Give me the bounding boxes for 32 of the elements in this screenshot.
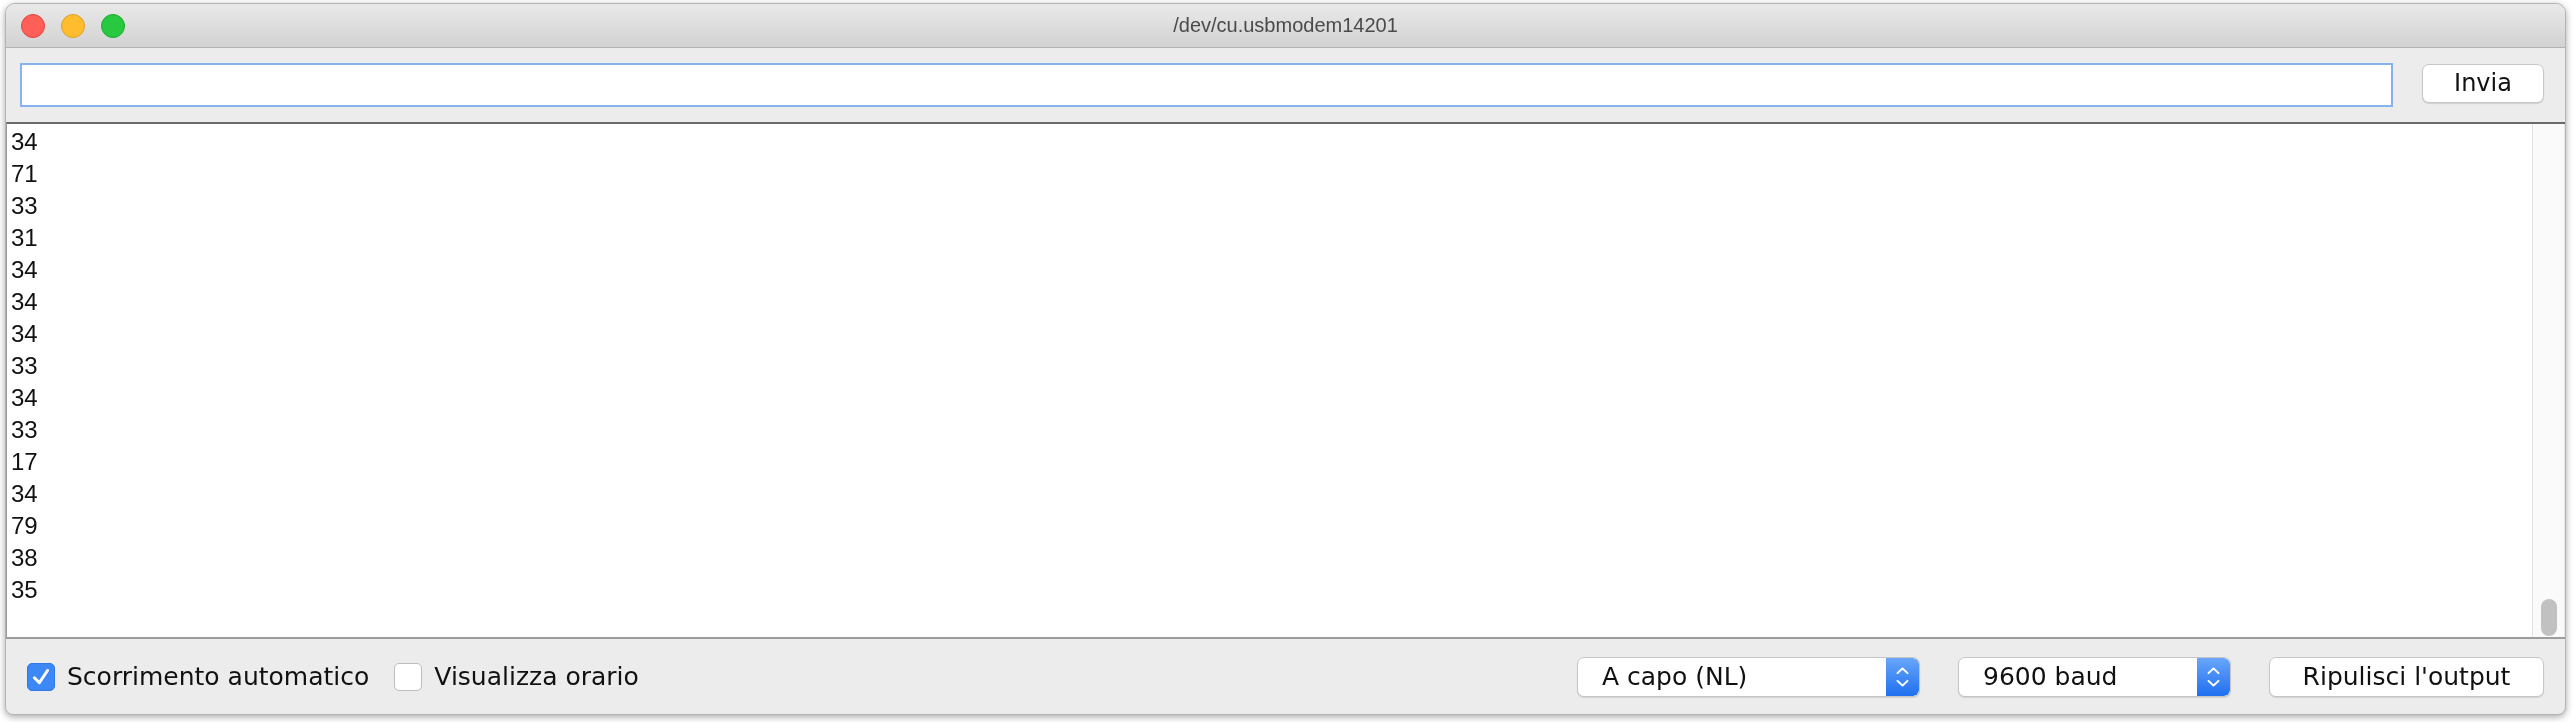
checkmark-icon bbox=[33, 668, 49, 685]
output-line: 34 bbox=[11, 319, 38, 349]
output-line: 33 bbox=[11, 415, 38, 445]
output-line: 34 bbox=[11, 287, 38, 317]
output-line: 33 bbox=[11, 351, 38, 381]
checkbox[interactable] bbox=[394, 662, 423, 691]
scrollbar-thumb[interactable] bbox=[2540, 599, 2557, 636]
clear-output-button[interactable]: Ripulisci l'output bbox=[2269, 656, 2544, 697]
output-line: 33 bbox=[11, 191, 38, 221]
output-line: 79 bbox=[11, 511, 38, 541]
output-line: 34 bbox=[11, 127, 38, 157]
dropdown[interactable]: 9600 baud bbox=[1958, 656, 2231, 697]
chevron-up-down-icon bbox=[1886, 657, 1919, 696]
output-line: 71 bbox=[11, 159, 38, 189]
output-line: 34 bbox=[11, 479, 38, 509]
output-line: 35 bbox=[11, 575, 38, 605]
input-field[interactable] bbox=[20, 63, 2393, 107]
checkbox-label[interactable]: Visualizza orario bbox=[434, 662, 639, 691]
send-button[interactable]: Invia bbox=[2422, 63, 2544, 103]
checkbox-label[interactable]: Scorrimento automatico bbox=[67, 662, 370, 691]
output-line: 31 bbox=[11, 223, 38, 253]
output-line: 17 bbox=[11, 447, 38, 477]
chevron-up-down-icon bbox=[2197, 657, 2230, 696]
dropdown[interactable]: A capo (NL) bbox=[1577, 656, 1920, 697]
minimize-icon[interactable] bbox=[61, 13, 85, 38]
maximize-icon[interactable] bbox=[101, 13, 125, 38]
output-line: 34 bbox=[11, 383, 38, 413]
window-title: /dev/cu.usbmodem14201 bbox=[1173, 14, 1398, 37]
output-line: 38 bbox=[11, 543, 38, 573]
close-icon[interactable] bbox=[21, 13, 45, 38]
output-line: 34 bbox=[11, 255, 38, 285]
checkbox[interactable] bbox=[27, 662, 55, 691]
